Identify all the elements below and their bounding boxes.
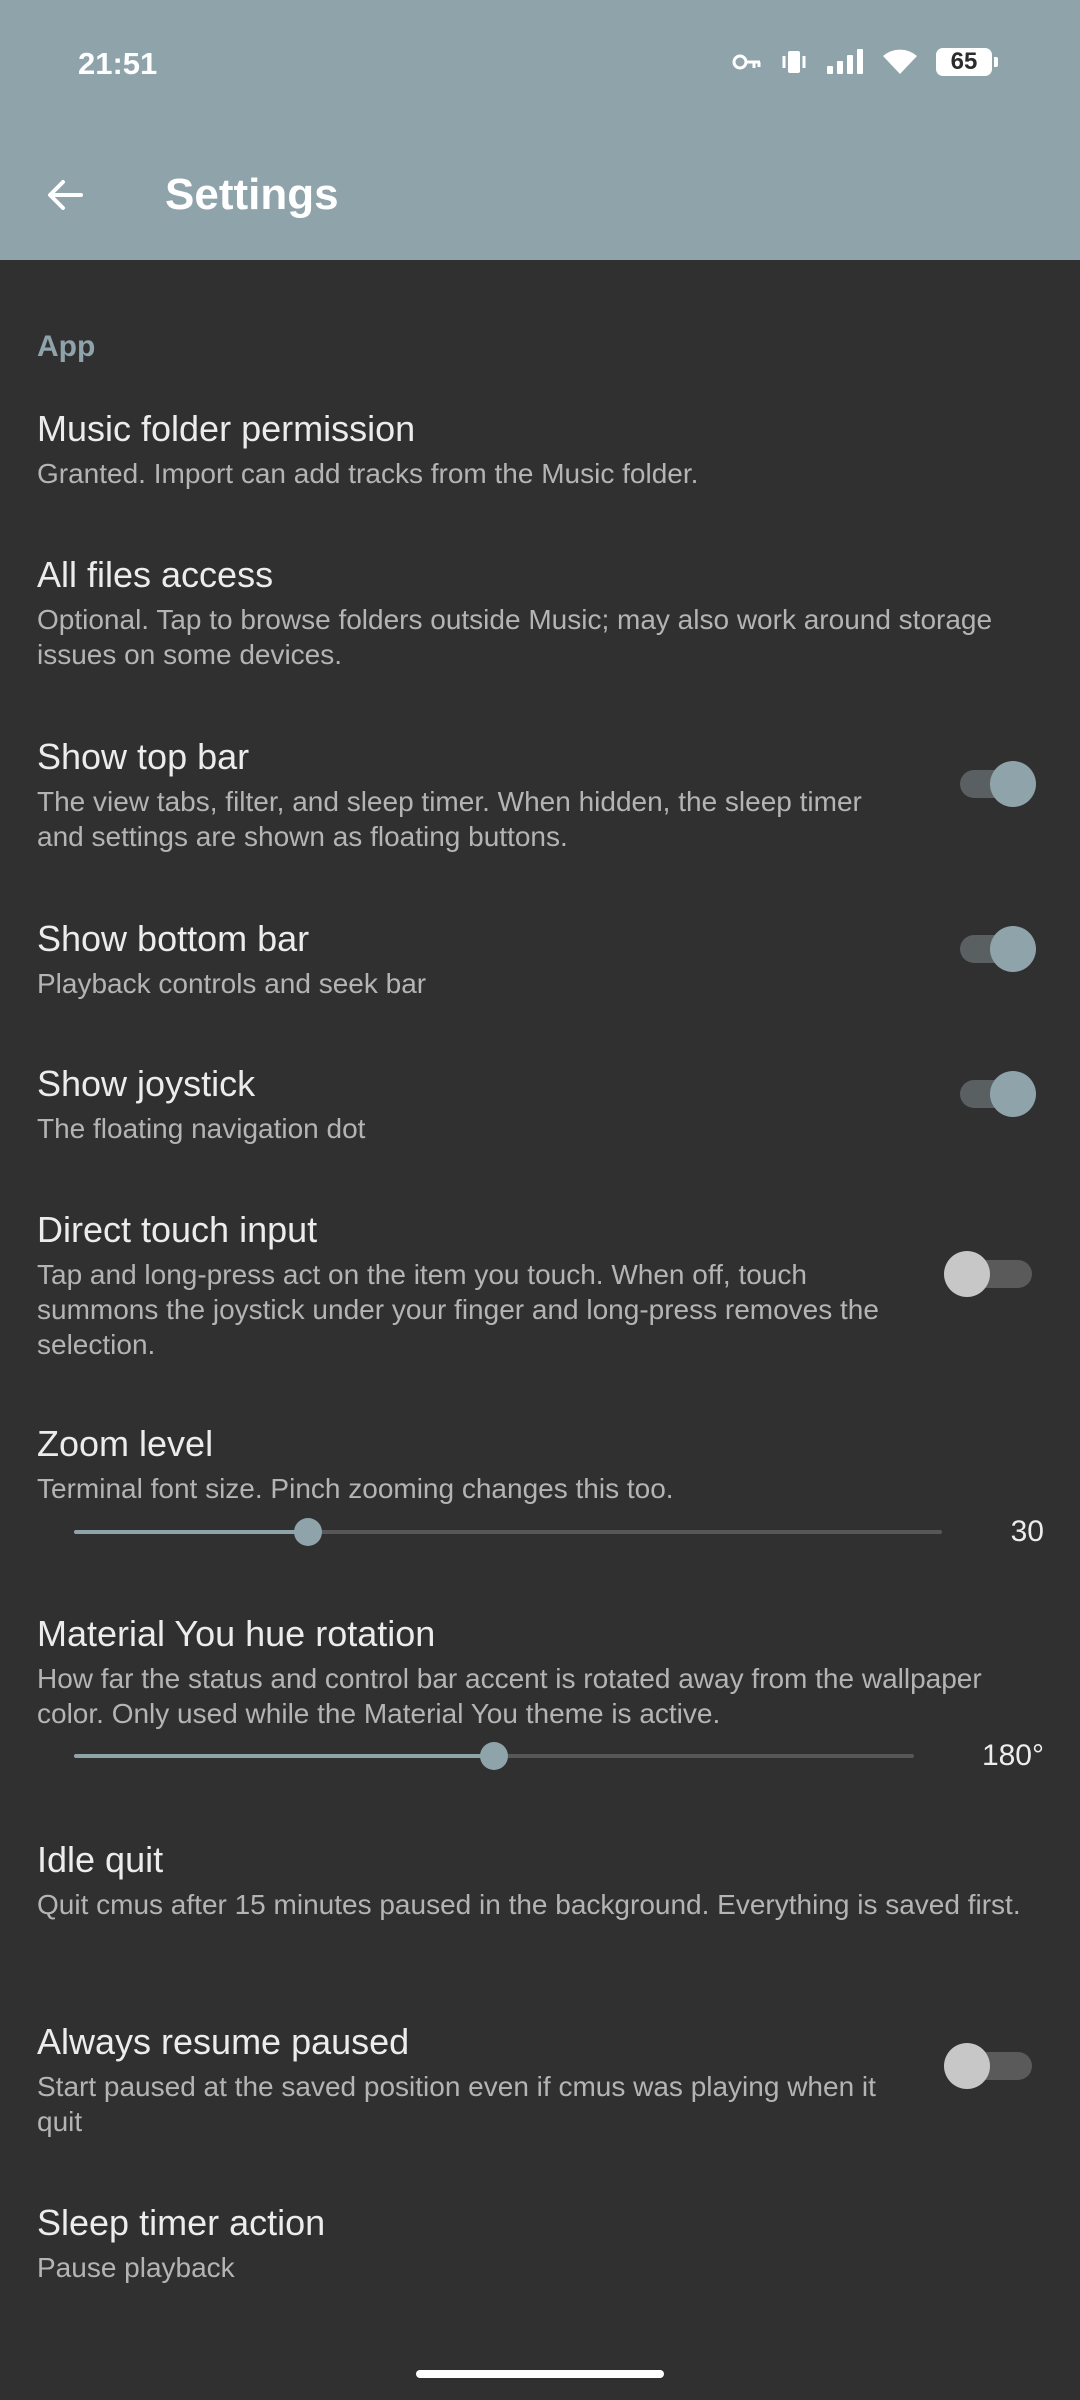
- setting-title: Show top bar: [37, 736, 250, 777]
- key-icon: [732, 54, 761, 70]
- setting-always-resume-paused[interactable]: Always resume paused Start paused at the…: [0, 2021, 1080, 2161]
- show-joystick-toggle[interactable]: [960, 1063, 1036, 1123]
- setting-description: Pause playback: [37, 2252, 235, 2283]
- slider-thumb[interactable]: [480, 1742, 508, 1770]
- back-button[interactable]: [30, 160, 100, 230]
- zoom-level-slider[interactable]: [74, 1517, 942, 1547]
- page-title: Settings: [165, 170, 339, 219]
- hue-rotation-value: 180°: [981, 1739, 1044, 1772]
- setting-title: Show joystick: [37, 1063, 256, 1104]
- setting-material-you-hue-rotation: Material You hue rotation How far the st…: [0, 1613, 1080, 1793]
- setting-title: Sleep timer action: [37, 2202, 326, 2243]
- show-top-bar-toggle[interactable]: [960, 753, 1036, 813]
- toggle-thumb: [990, 926, 1036, 972]
- setting-description: Playback controls and seek bar: [37, 968, 427, 999]
- slider-thumb[interactable]: [294, 1518, 323, 1546]
- toggle-thumb: [990, 1071, 1036, 1117]
- show-bottom-bar-toggle[interactable]: [960, 918, 1036, 978]
- setting-description: Start paused at the saved position even …: [37, 2071, 876, 2137]
- section-label-app: App: [37, 330, 96, 363]
- setting-title: Direct touch input: [37, 1209, 318, 1250]
- setting-show-joystick[interactable]: Show joystick The floating navigation do…: [0, 1063, 1080, 1173]
- vibrate-icon: [782, 51, 806, 73]
- setting-description: Quit cmus after 15 minutes paused in the…: [37, 1889, 1021, 1920]
- setting-all-files-access[interactable]: All files access Optional. Tap to browse…: [0, 554, 1080, 694]
- setting-music-folder-permission[interactable]: Music folder permission Granted. Import …: [0, 408, 1080, 518]
- battery-icon: 65: [936, 48, 998, 76]
- slider-fill: [74, 1530, 309, 1534]
- status-time: 21:51: [78, 46, 158, 81]
- setting-description: Tap and long-press act on the item you t…: [37, 1259, 879, 1360]
- setting-title: Material You hue rotation: [37, 1613, 436, 1654]
- setting-show-top-bar[interactable]: Show top bar The view tabs, filter, and …: [0, 736, 1080, 876]
- setting-title: Music folder permission: [37, 408, 416, 449]
- status-icons: 65: [732, 48, 998, 76]
- setting-title: Idle quit: [37, 1839, 164, 1880]
- slider-fill: [74, 1754, 494, 1758]
- toggle-thumb: [944, 1251, 990, 1297]
- setting-title: Show bottom bar: [37, 918, 310, 959]
- toggle-thumb: [944, 2043, 990, 2089]
- arrow-left-icon: [48, 180, 83, 210]
- setting-description: Optional. Tap to browse folders outside …: [37, 604, 993, 670]
- setting-idle-quit[interactable]: Idle quit Quit cmus after 15 minutes pau…: [0, 1839, 1080, 1979]
- setting-direct-touch-input[interactable]: Direct touch input Tap and long-press ac…: [0, 1209, 1080, 1360]
- setting-description: Terminal font size. Pinch zooming change…: [37, 1473, 674, 1504]
- setting-description: Granted. Import can add tracks from the …: [37, 458, 699, 489]
- zoom-level-value: 30: [1010, 1515, 1044, 1548]
- always-resume-paused-toggle[interactable]: [944, 2035, 1032, 2095]
- hue-rotation-slider[interactable]: [74, 1741, 914, 1771]
- setting-description: The floating navigation dot: [37, 1113, 366, 1144]
- setting-show-bottom-bar[interactable]: Show bottom bar Playback controls and se…: [0, 918, 1080, 1028]
- direct-touch-input-toggle[interactable]: [944, 1243, 1032, 1303]
- app-bar: 21:51 65 Settings: [0, 0, 1080, 260]
- setting-zoom-level: Zoom level Terminal font size. Pinch zoo…: [0, 1423, 1080, 1573]
- setting-description: The view tabs, filter, and sleep timer. …: [37, 786, 862, 852]
- home-indicator[interactable]: [416, 2370, 664, 2378]
- setting-description: How far the status and control bar accen…: [37, 1663, 982, 1729]
- wifi-icon: [883, 49, 917, 74]
- setting-title: Always resume paused: [37, 2021, 410, 2062]
- signal-icon: [827, 49, 863, 74]
- toggle-thumb: [990, 761, 1036, 807]
- setting-title: All files access: [37, 554, 274, 595]
- setting-title: Zoom level: [37, 1423, 214, 1464]
- setting-sleep-timer-action[interactable]: Sleep timer action Pause playback: [0, 2202, 1080, 2312]
